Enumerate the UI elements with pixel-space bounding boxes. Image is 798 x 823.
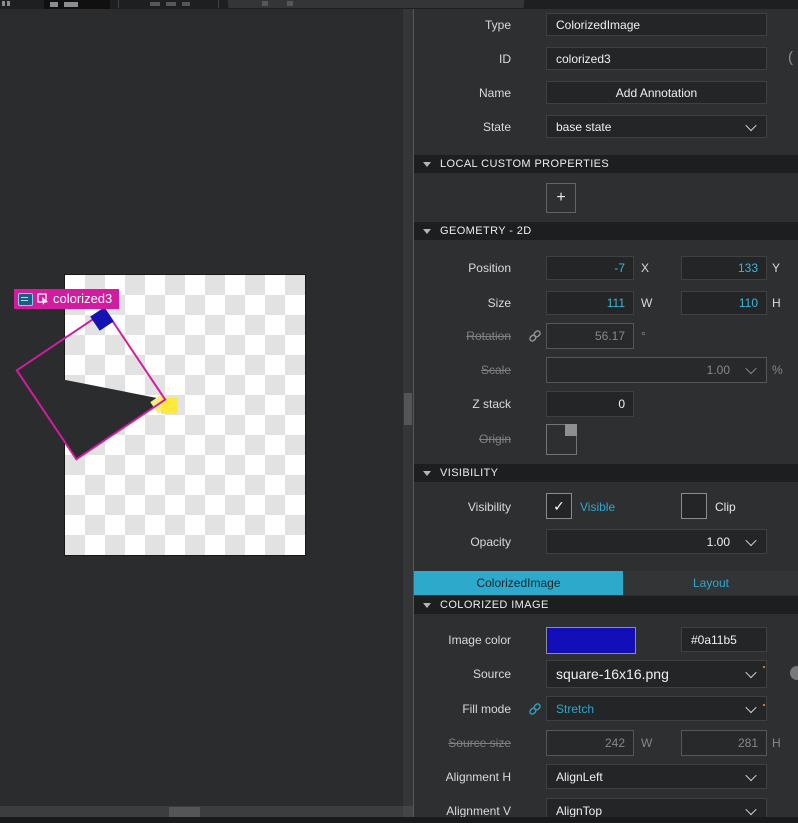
image-color-swatch[interactable] bbox=[546, 627, 636, 654]
bottom-window-edge bbox=[0, 817, 798, 823]
size-h-field[interactable]: 110 bbox=[681, 291, 767, 315]
horizontal-scrollbar-thumb[interactable] bbox=[169, 807, 200, 817]
fill-mode-dropdown[interactable]: Stretch bbox=[546, 696, 767, 721]
toolbar-icon[interactable] bbox=[262, 1, 268, 6]
caret-down-icon bbox=[423, 471, 431, 476]
clip-checkbox[interactable] bbox=[681, 493, 707, 519]
size-label: Size bbox=[414, 296, 511, 310]
position-x-field[interactable]: -7 bbox=[546, 256, 634, 280]
origin-knob[interactable] bbox=[565, 424, 577, 436]
id-label: ID bbox=[414, 52, 511, 66]
toolbar-icon[interactable] bbox=[182, 2, 190, 6]
clipped-circle-icon[interactable] bbox=[790, 666, 798, 680]
percent-unit-label: % bbox=[772, 363, 783, 377]
section-colorized-image[interactable]: COLORIZED IMAGE bbox=[414, 596, 798, 614]
source-size-h-field[interactable]: 281 bbox=[681, 730, 767, 756]
link-icon[interactable] bbox=[528, 329, 542, 343]
name-label: Name bbox=[414, 86, 511, 100]
alignment-h-label: Alignment H bbox=[414, 770, 511, 784]
toolbar-strip bbox=[0, 0, 798, 9]
rotation-label: Rotation bbox=[414, 329, 511, 343]
tab-colorizedimage[interactable]: ColorizedImage bbox=[414, 571, 623, 595]
toolbar-field[interactable] bbox=[228, 0, 524, 8]
source-label: Source bbox=[414, 667, 511, 681]
visible-checkbox-label: Visible bbox=[580, 500, 615, 514]
component-icon bbox=[18, 293, 33, 306]
toolbar-separator bbox=[218, 0, 219, 8]
type-field[interactable]: ColorizedImage bbox=[546, 13, 767, 36]
vertical-scrollbar[interactable] bbox=[403, 9, 413, 806]
position-y-field[interactable]: 133 bbox=[681, 256, 767, 280]
fill-mode-label: Fill mode bbox=[414, 702, 511, 716]
link-icon[interactable] bbox=[528, 702, 542, 716]
opacity-label: Opacity bbox=[414, 535, 511, 549]
state-label: State bbox=[414, 120, 511, 134]
selection-label-text: colorized3 bbox=[53, 289, 112, 309]
toolbar-pressed-button[interactable] bbox=[44, 0, 110, 9]
origin-widget[interactable] bbox=[546, 424, 577, 455]
toolbar-icon[interactable] bbox=[287, 1, 293, 6]
section-local-custom-properties[interactable]: LOCAL CUSTOM PROPERTIES bbox=[414, 155, 798, 173]
toolbar-icon[interactable] bbox=[2, 1, 5, 6]
degree-unit-label: ° bbox=[641, 329, 646, 343]
scale-dropdown[interactable]: 1.00 bbox=[546, 357, 767, 383]
caret-down-icon bbox=[423, 603, 431, 608]
toolbar-separator bbox=[118, 0, 119, 8]
blue-colorized-image-item[interactable] bbox=[90, 307, 114, 331]
add-property-button[interactable]: + bbox=[546, 183, 576, 213]
vertical-scrollbar-thumb[interactable] bbox=[404, 393, 412, 425]
properties-panel: Type ColorizedImage ID colorized3 ( Name… bbox=[413, 0, 798, 823]
alignment-v-label: Alignment V bbox=[414, 804, 511, 818]
z-stack-field[interactable]: 0 bbox=[546, 391, 634, 417]
visible-checkbox[interactable]: ✓ bbox=[546, 493, 572, 519]
w-unit-label: W bbox=[641, 736, 652, 750]
app-window: colorized3 Type ColorizedImage bbox=[0, 0, 798, 823]
z-stack-label: Z stack bbox=[414, 397, 511, 411]
x-unit-label: X bbox=[641, 261, 649, 275]
alignment-h-dropdown[interactable]: AlignLeft bbox=[546, 764, 767, 789]
source-size-w-field[interactable]: 242 bbox=[546, 730, 634, 756]
binding-indicator-dot bbox=[763, 666, 765, 668]
clip-checkbox-label: Clip bbox=[715, 500, 736, 514]
caret-down-icon bbox=[423, 229, 431, 234]
toolbar-icon[interactable] bbox=[166, 2, 176, 6]
toolbar-icon[interactable] bbox=[7, 1, 10, 6]
source-size-label: Source size bbox=[414, 736, 511, 750]
check-icon: ✓ bbox=[553, 498, 565, 515]
toolbar-icon[interactable] bbox=[150, 2, 160, 6]
add-annotation-button[interactable]: Add Annotation bbox=[546, 81, 767, 104]
rotation-field[interactable]: 56.17 bbox=[546, 323, 634, 349]
h-unit-label: H bbox=[772, 736, 781, 750]
visibility-label: Visibility bbox=[414, 500, 511, 514]
cursor-select-icon bbox=[37, 293, 49, 305]
w-unit-label: W bbox=[641, 296, 652, 310]
image-color-label: Image color bbox=[414, 633, 511, 647]
state-dropdown[interactable]: base state bbox=[546, 115, 767, 138]
selection-label[interactable]: colorized3 bbox=[14, 289, 119, 309]
tab-layout[interactable]: Layout bbox=[623, 571, 798, 595]
id-field[interactable]: colorized3 bbox=[546, 47, 767, 70]
binding-indicator-dot bbox=[763, 704, 765, 706]
image-color-hex-field[interactable]: #0a11b5 bbox=[681, 627, 767, 652]
position-label: Position bbox=[414, 261, 511, 275]
opacity-dropdown[interactable]: 1.00 bbox=[546, 529, 767, 554]
scale-label: Scale bbox=[414, 363, 511, 377]
y-unit-label: Y bbox=[772, 261, 780, 275]
caret-down-icon bbox=[423, 162, 431, 167]
source-dropdown[interactable]: square-16x16.png bbox=[546, 660, 767, 688]
clipped-paren-icon[interactable]: ( bbox=[788, 49, 793, 66]
h-unit-label: H bbox=[772, 296, 781, 310]
type-label: Type bbox=[414, 18, 511, 32]
size-w-field[interactable]: 111 bbox=[546, 291, 634, 315]
origin-label: Origin bbox=[414, 432, 511, 446]
section-geometry-2d[interactable]: GEOMETRY - 2D bbox=[414, 222, 798, 240]
section-visibility[interactable]: VISIBILITY bbox=[414, 464, 798, 482]
